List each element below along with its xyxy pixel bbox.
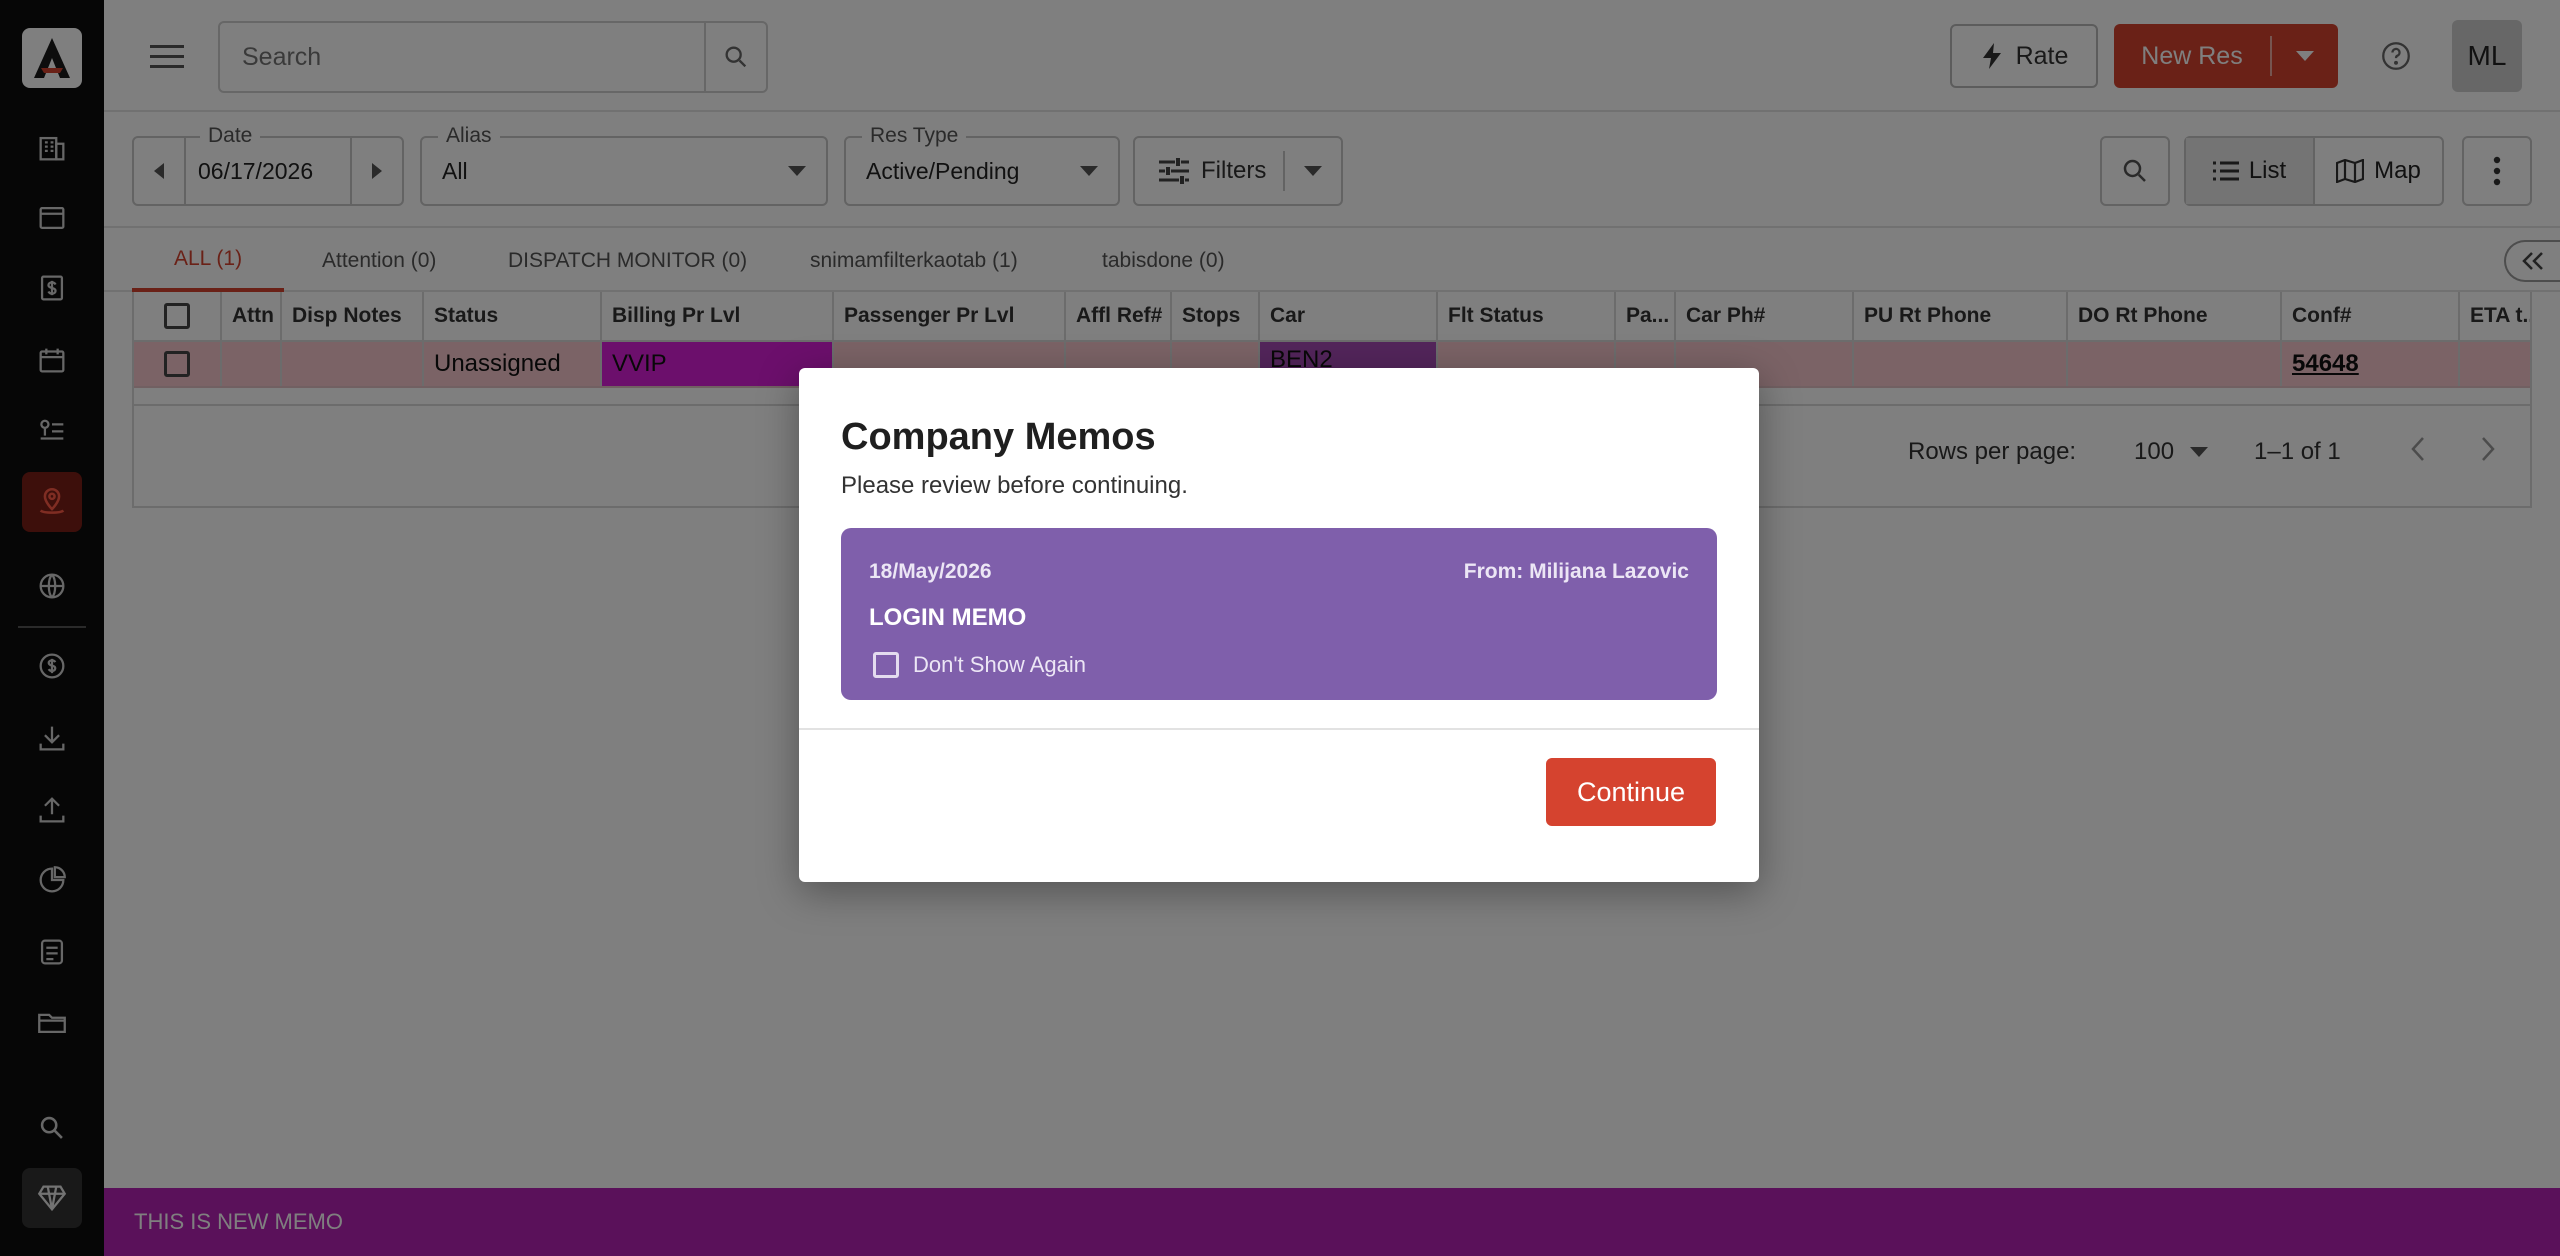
dont-show-again-label: Don't Show Again bbox=[913, 652, 1086, 677]
dont-show-again-checkbox[interactable]: Don't Show Again bbox=[873, 652, 1086, 678]
checkbox-icon bbox=[873, 652, 899, 678]
dialog-divider bbox=[799, 728, 1759, 730]
memo-from: From: Milijana Lazovic bbox=[1463, 560, 1689, 583]
continue-button[interactable]: Continue bbox=[1546, 758, 1716, 826]
company-memos-dialog: Company Memos Please review before conti… bbox=[799, 368, 1759, 882]
memo-title: LOGIN MEMO bbox=[869, 604, 1027, 631]
memo-date: 18/May/2026 bbox=[869, 560, 992, 583]
dialog-title: Company Memos bbox=[841, 416, 1156, 458]
memo-card: 18/May/2026 From: Milijana Lazovic LOGIN… bbox=[841, 528, 1717, 700]
dialog-subtitle: Please review before continuing. bbox=[841, 472, 1188, 499]
